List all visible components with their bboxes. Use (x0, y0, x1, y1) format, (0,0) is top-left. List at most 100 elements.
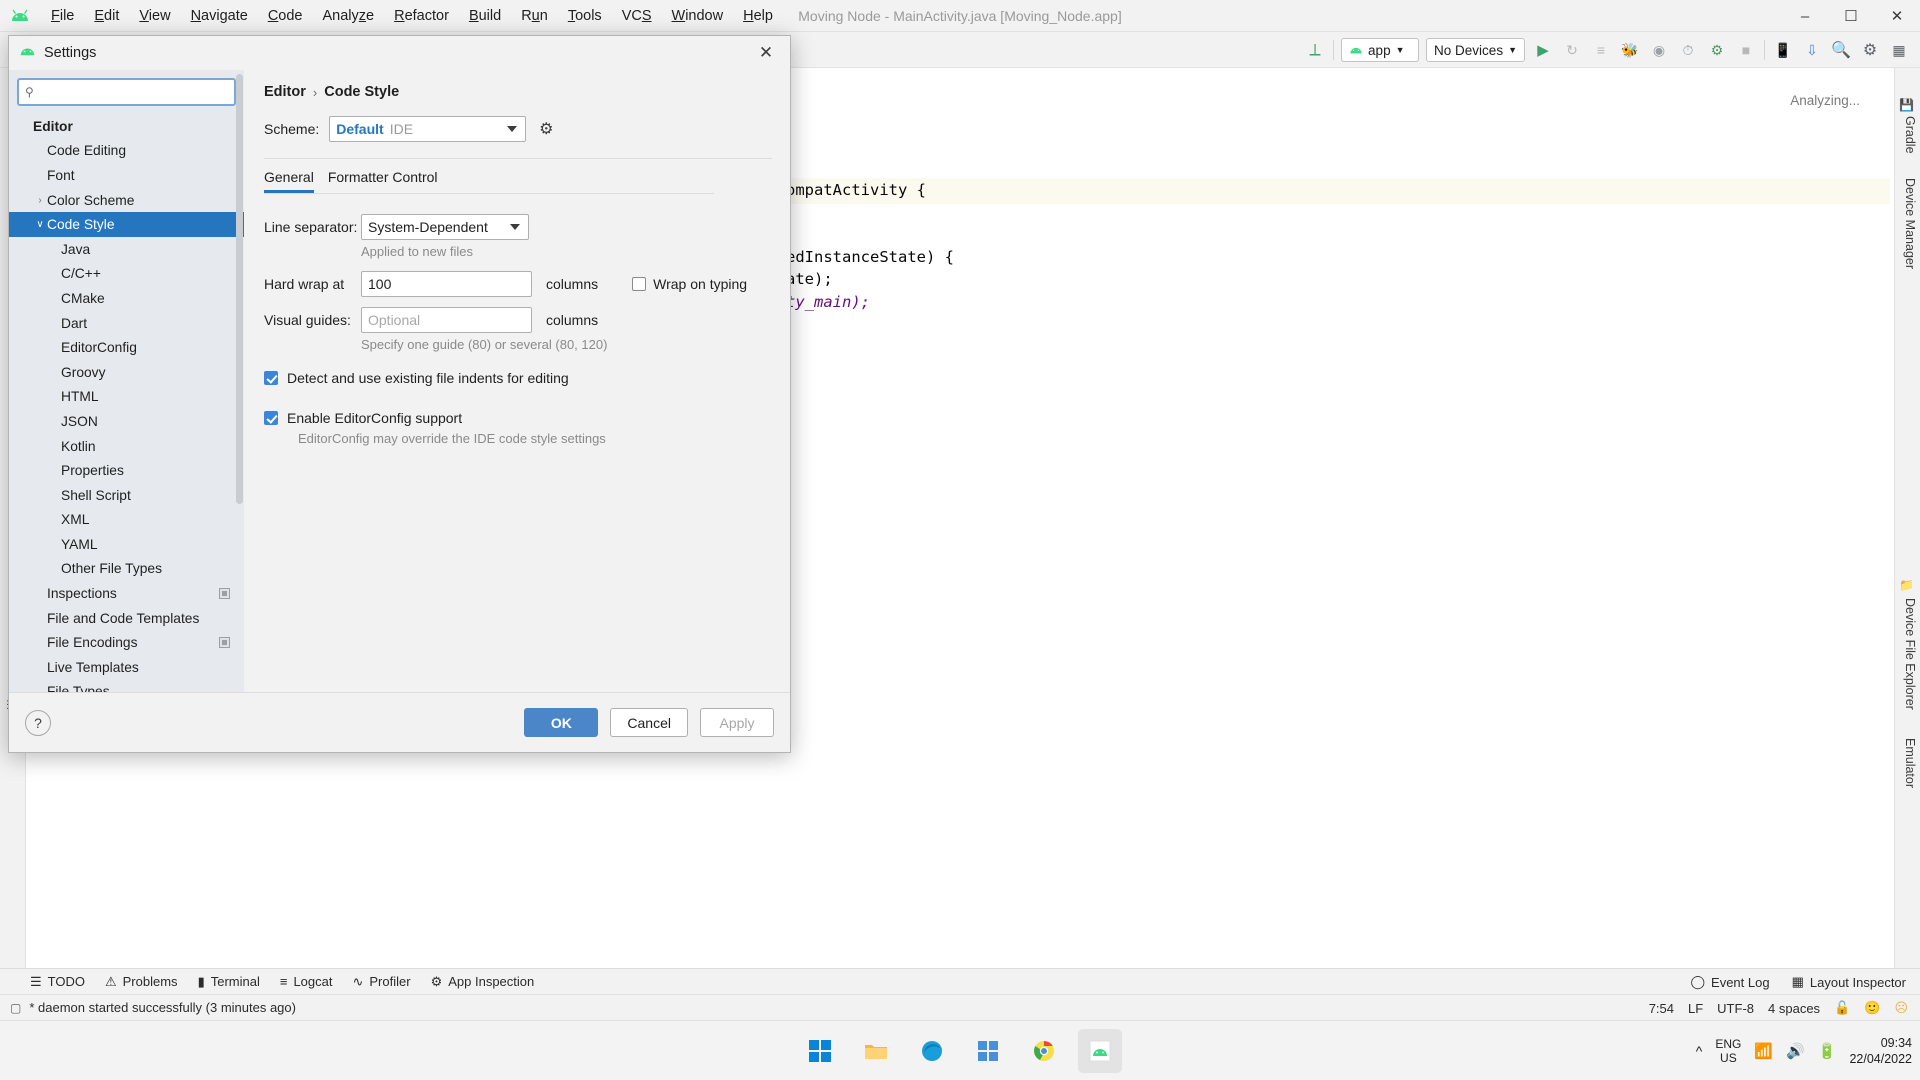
sidebar-item-code-style[interactable]: ∨Code Style (9, 212, 244, 237)
search-box[interactable]: ⚲ (17, 78, 236, 106)
microsoft-store-icon[interactable] (966, 1029, 1010, 1073)
apply-code-changes-icon[interactable]: ≡ (1590, 39, 1612, 61)
scheme-settings-gear-icon[interactable]: ⚙ (536, 119, 556, 139)
sidebar-item-code-editing[interactable]: Code Editing (9, 139, 244, 164)
tab-general[interactable]: General (264, 169, 314, 193)
sidebar-scrollbar[interactable] (236, 74, 243, 504)
avd-manager-icon[interactable]: 📱 (1772, 39, 1794, 61)
window-close-button[interactable]: ✕ (1874, 0, 1920, 32)
apply-button[interactable]: Apply (700, 708, 774, 737)
sidebar-item-file-types[interactable]: File Types (9, 680, 244, 692)
sad-face-icon[interactable]: ☹ (1894, 1000, 1908, 1016)
sidebar-item-groovy[interactable]: Groovy (9, 360, 244, 385)
menu-vcs[interactable]: VCS (613, 4, 661, 28)
profiler-icon[interactable]: ⏱ (1677, 39, 1699, 61)
run-icon[interactable]: ▶ (1532, 39, 1554, 61)
device-selector[interactable]: No Devices ▼ (1426, 38, 1525, 62)
ok-button[interactable]: OK (524, 708, 598, 737)
sidebar-item-c-c[interactable]: C/C++ (9, 262, 244, 287)
tool-window-profiler[interactable]: ∿ Profiler (352, 974, 410, 990)
battery-icon[interactable]: 🔋 (1818, 1042, 1837, 1060)
menu-view[interactable]: View (130, 4, 179, 28)
android-studio-taskbar-icon[interactable] (1078, 1029, 1122, 1073)
right-strip-gradle[interactable]: Gradle (1903, 116, 1917, 154)
detect-indents-checkbox[interactable] (264, 371, 278, 385)
sidebar-item-html[interactable]: HTML (9, 385, 244, 410)
window-maximize-button[interactable]: ☐ (1828, 0, 1874, 32)
menu-file[interactable]: File (42, 4, 83, 28)
tab-formatter-control[interactable]: Formatter Control (328, 169, 438, 193)
settings-icon[interactable]: ⚙ (1859, 39, 1881, 61)
settings-tree[interactable]: EditorCode EditingFont›Color Scheme∨Code… (9, 112, 244, 692)
tool-window-todo[interactable]: ☰ TODO (30, 974, 85, 990)
menu-help[interactable]: Help (734, 4, 782, 28)
help-button[interactable]: ? (25, 710, 51, 736)
sidebar-item-font[interactable]: Font (9, 163, 244, 188)
line-separator-selector[interactable]: System-Dependent (361, 214, 529, 240)
chrome-browser-icon[interactable] (1022, 1029, 1066, 1073)
status-indent[interactable]: 4 spaces (1768, 1001, 1820, 1016)
sidebar-item-java[interactable]: Java (9, 237, 244, 262)
menu-window[interactable]: Window (663, 4, 733, 28)
search-everywhere-icon[interactable]: 🔍 (1830, 39, 1852, 61)
tool-window-event-log[interactable]: ◯ Event Log (1690, 974, 1769, 990)
search-input[interactable] (38, 85, 228, 100)
sdk-manager-icon[interactable]: ⚙ (1706, 39, 1728, 61)
sidebar-item-live-templates[interactable]: Live Templates (9, 655, 244, 680)
sidebar-item-file-encodings[interactable]: File Encodings (9, 630, 244, 655)
sidebar-item-inspections[interactable]: Inspections (9, 581, 244, 606)
menu-navigate[interactable]: Navigate (182, 4, 257, 28)
sidebar-item-xml[interactable]: XML (9, 508, 244, 533)
unlocked-icon[interactable]: 🔓 (1834, 1000, 1850, 1016)
chevron-right-icon[interactable]: › (33, 195, 47, 206)
menu-edit[interactable]: Edit (85, 4, 128, 28)
sidebar-item-json[interactable]: JSON (9, 409, 244, 434)
right-strip-device-manager[interactable]: Device Manager (1903, 178, 1917, 269)
tool-window-terminal[interactable]: ▮ Terminal (198, 974, 260, 990)
sidebar-item-cmake[interactable]: CMake (9, 286, 244, 311)
happy-face-icon[interactable]: 🙂 (1864, 1000, 1880, 1016)
sidebar-item-color-scheme[interactable]: ›Color Scheme (9, 188, 244, 213)
chevron-down-icon[interactable]: ∨ (33, 219, 47, 230)
menu-build[interactable]: Build (460, 4, 510, 28)
status-caret-position[interactable]: 7:54 (1649, 1001, 1674, 1016)
tool-window-app-inspection[interactable]: ⚙ App Inspection (431, 974, 535, 990)
wrap-on-typing-checkbox-row[interactable]: Wrap on typing (632, 276, 747, 292)
right-strip-emulator[interactable]: Emulator (1903, 738, 1917, 788)
sidebar-item-yaml[interactable]: YAML (9, 532, 244, 557)
volume-icon[interactable]: 🔊 (1786, 1042, 1805, 1060)
start-button[interactable] (798, 1029, 842, 1073)
sidebar-item-shell-script[interactable]: Shell Script (9, 483, 244, 508)
build-icon[interactable]: ⟂ (1304, 39, 1326, 61)
visual-guides-input[interactable] (361, 307, 532, 333)
tool-window-layout-inspector[interactable]: ▦ Layout Inspector (1792, 974, 1906, 990)
device-file-explorer-icon[interactable]: 📁 (1899, 578, 1914, 592)
menu-analyze[interactable]: Analyze (314, 4, 384, 28)
menu-run[interactable]: Run (512, 4, 557, 28)
tool-window-problems[interactable]: ⚠ Problems (105, 974, 178, 990)
attach-debugger-icon[interactable]: ◉ (1648, 39, 1670, 61)
project-structure-icon[interactable]: ▦ (1888, 39, 1910, 61)
hard-wrap-input[interactable] (361, 271, 532, 297)
editorconfig-row[interactable]: Enable EditorConfig support (264, 410, 772, 426)
sync-gradle-icon[interactable]: ⇩ (1801, 39, 1823, 61)
window-minimize-button[interactable]: ‒ (1782, 0, 1828, 32)
module-selector[interactable]: app ▼ (1341, 38, 1419, 62)
stop-icon[interactable]: ■ (1735, 39, 1757, 61)
sidebar-item-kotlin[interactable]: Kotlin (9, 434, 244, 459)
scheme-selector[interactable]: Default IDE (329, 116, 526, 142)
wrap-on-typing-checkbox[interactable] (632, 277, 646, 291)
sidebar-item-editor[interactable]: Editor (9, 114, 244, 139)
status-encoding[interactable]: UTF-8 (1717, 1001, 1754, 1016)
cancel-button[interactable]: Cancel (610, 708, 688, 737)
apply-changes-icon[interactable]: ↻ (1561, 39, 1583, 61)
menu-tools[interactable]: Tools (559, 4, 611, 28)
debug-icon[interactable]: 🐝 (1619, 39, 1641, 61)
tool-window-logcat[interactable]: ≡ Logcat (280, 974, 333, 989)
sidebar-item-dart[interactable]: Dart (9, 311, 244, 336)
status-line-ending[interactable]: LF (1688, 1001, 1703, 1016)
tray-clock[interactable]: 09:34 22/04/2022 (1849, 1035, 1912, 1067)
sidebar-item-other-file-types[interactable]: Other File Types (9, 557, 244, 582)
menu-code[interactable]: Code (259, 4, 312, 28)
wifi-icon[interactable]: 📶 (1754, 1042, 1773, 1060)
